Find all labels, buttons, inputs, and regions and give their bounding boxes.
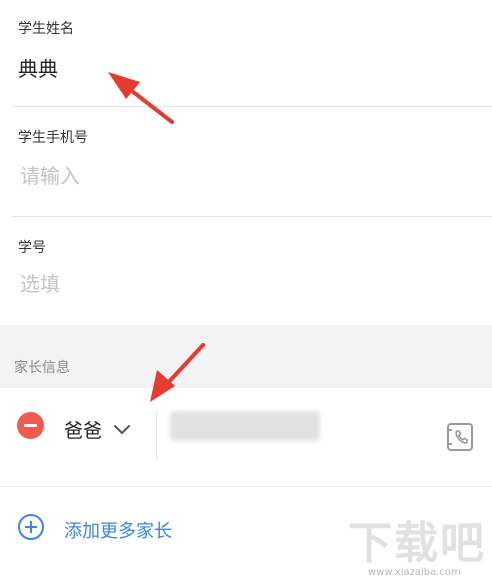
parent-section-title: 家长信息: [14, 360, 70, 376]
parent-entry-row: 爸爸: [0, 388, 492, 486]
student-phone-label: 学生手机号: [18, 130, 88, 146]
contact-book-icon[interactable]: [446, 422, 474, 452]
row-divider: [156, 412, 157, 460]
watermark-brand: 下载吧: [348, 518, 486, 569]
student-phone-field[interactable]: 学生手机号 请输入: [0, 107, 492, 216]
watermark-logo: 下载吧 www.xiazaiba.com: [348, 520, 488, 580]
student-phone-input[interactable]: 请输入: [20, 160, 80, 189]
watermark-url: www.xiazaiba.com: [368, 567, 461, 578]
chevron-down-icon[interactable]: [113, 424, 131, 436]
parent-section-header: 家长信息: [0, 325, 492, 388]
student-name-field[interactable]: 学生姓名 典典: [0, 0, 492, 106]
remove-parent-button[interactable]: [17, 412, 44, 439]
student-form-screen: 学生姓名 典典 学生手机号 请输入 学号 选填 家长信息 爸爸 添加更多家长 下…: [0, 0, 492, 583]
student-name-value[interactable]: 典典: [18, 53, 58, 82]
plus-circle-icon[interactable]: [17, 513, 45, 541]
student-name-label: 学生姓名: [18, 21, 74, 37]
student-id-field[interactable]: 学号 选填: [0, 217, 492, 325]
parent-phone-input[interactable]: [170, 411, 320, 441]
add-parent-button[interactable]: 添加更多家长: [64, 517, 172, 543]
relation-select[interactable]: 爸爸: [64, 420, 102, 442]
student-id-input[interactable]: 选填: [20, 268, 60, 297]
student-id-label: 学号: [18, 240, 46, 256]
